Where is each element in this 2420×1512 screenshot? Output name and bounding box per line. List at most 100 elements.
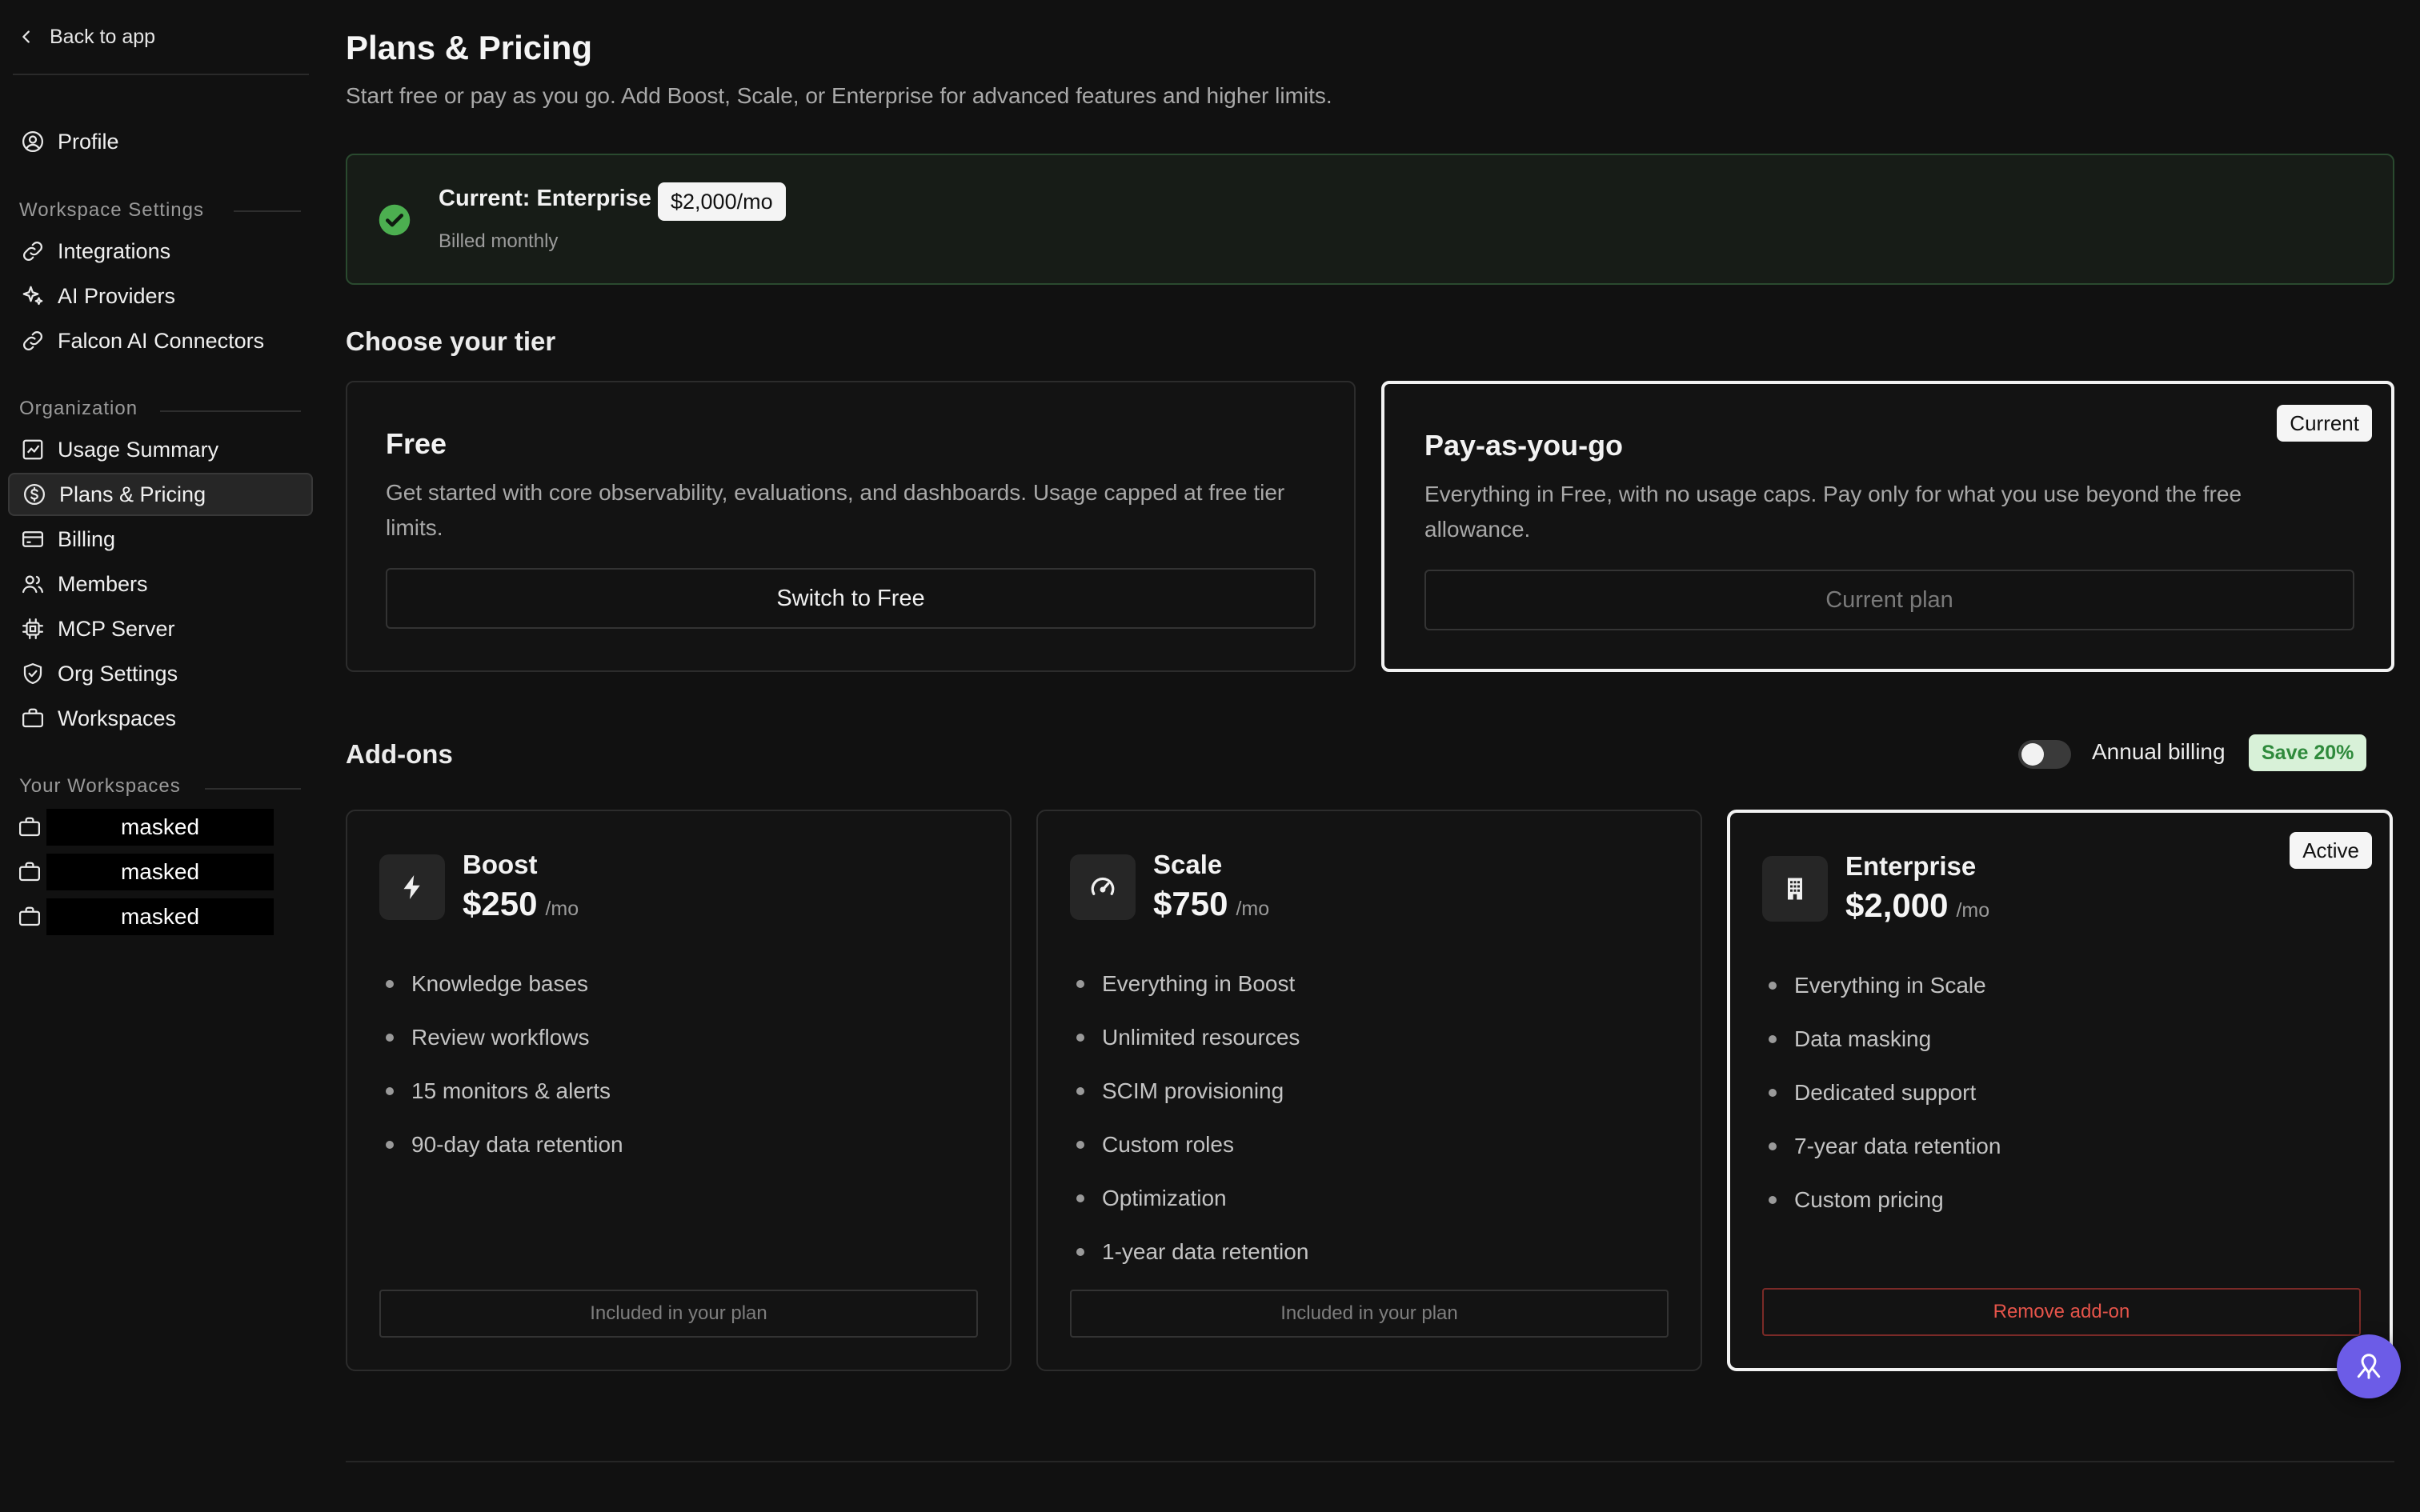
feature-item: Data masking [1769, 1012, 2001, 1066]
included-in-plan-button[interactable]: Included in your plan [379, 1290, 978, 1338]
active-badge: Active [2290, 832, 2372, 869]
sidebar-item-org-settings[interactable]: Org Settings [8, 652, 313, 695]
feature-item: 90-day data retention [386, 1118, 623, 1171]
feature-item: Knowledge bases [386, 957, 623, 1010]
addon-card-boost: Boost $250 /mo Knowledge bases Review wo… [346, 810, 1012, 1371]
addon-price-period: /mo [1236, 898, 1270, 920]
sidebar-item-label: AI Providers [58, 283, 176, 308]
sidebar-item-integrations[interactable]: Integrations [8, 230, 313, 273]
current-badge: Current [2277, 405, 2372, 442]
sidebar-item-mcp-server[interactable]: MCP Server [8, 607, 313, 650]
tier-card-pay-as-you-go: Current Pay-as-you-go Everything in Free… [1381, 381, 2394, 672]
remove-addon-button[interactable]: Remove add-on [1762, 1288, 2361, 1336]
sidebar-divider [13, 74, 309, 75]
addon-price: $2,000 /mo [1845, 886, 1989, 925]
sidebar-item-falcon-ai-connectors[interactable]: Falcon AI Connectors [8, 319, 313, 362]
tier-card-free: Free Get started with core observability… [346, 381, 1356, 672]
sidebar-item-billing[interactable]: Billing [8, 518, 313, 561]
section-divider [160, 410, 301, 412]
sidebar-item-label: Org Settings [58, 661, 178, 686]
feature-list: Everything in Scale Data masking Dedicat… [1769, 958, 2001, 1226]
link-icon [21, 329, 45, 353]
check-circle-icon [378, 203, 411, 237]
section-label-your-workspaces: Your Workspaces [19, 775, 181, 797]
feature-item: Optimization [1076, 1171, 1308, 1225]
briefcase-icon [18, 860, 42, 884]
addon-price-amount: $750 [1153, 885, 1228, 922]
sidebar-item-label: Usage Summary [58, 437, 219, 462]
current-plan-price-badge: $2,000/mo [658, 182, 786, 221]
sidebar: Back to app Profile Workspace Settings I… [0, 0, 320, 1512]
assistant-fab-button[interactable] [2337, 1334, 2401, 1398]
workspace-item[interactable]: masked [18, 809, 274, 846]
building-icon [1762, 856, 1828, 922]
credit-card-icon [21, 527, 45, 551]
addon-name: Enterprise [1845, 851, 1977, 881]
chip-icon [21, 617, 45, 641]
sidebar-item-workspaces[interactable]: Workspaces [8, 697, 313, 740]
sidebar-item-label: MCP Server [58, 616, 175, 641]
sidebar-item-label: Workspaces [58, 706, 177, 730]
feature-item: Everything in Boost [1076, 957, 1308, 1010]
sparkle-icon [21, 284, 45, 308]
feature-item: 1-year data retention [1076, 1225, 1308, 1278]
addon-price: $250 /mo [463, 885, 579, 923]
feature-item: Everything in Scale [1769, 958, 2001, 1012]
briefcase-icon [18, 905, 42, 929]
assistant-icon [2354, 1351, 2384, 1382]
feature-list: Knowledge bases Review workflows 15 moni… [386, 957, 623, 1171]
tiers-heading: Choose your tier [346, 326, 556, 356]
sidebar-item-label: Profile [58, 129, 119, 154]
dollar-circle-icon [22, 482, 46, 506]
addon-name: Boost [463, 850, 538, 879]
tier-name: Pay-as-you-go [1424, 429, 1624, 462]
section-label-workspace-settings: Workspace Settings [19, 199, 204, 221]
section-divider [234, 210, 301, 212]
sidebar-item-label: Plans & Pricing [59, 482, 206, 506]
switch-to-free-button[interactable]: Switch to Free [386, 568, 1316, 629]
workspace-item[interactable]: masked [18, 854, 274, 890]
addon-price-amount: $250 [463, 885, 538, 922]
workspace-name: masked [46, 809, 274, 846]
briefcase-icon [21, 706, 45, 730]
link-icon [21, 239, 45, 263]
chevron-left-icon [18, 28, 35, 46]
shield-icon [21, 662, 45, 686]
sidebar-item-profile[interactable]: Profile [8, 120, 313, 163]
briefcase-icon [18, 815, 42, 839]
addons-heading: Add-ons [346, 739, 453, 769]
page-title: Plans & Pricing [346, 29, 593, 66]
feature-item: Unlimited resources [1076, 1010, 1308, 1064]
sidebar-item-members[interactable]: Members [8, 562, 313, 606]
users-icon [21, 572, 45, 596]
save-badge: Save 20% [2249, 734, 2367, 771]
back-to-app-link[interactable]: Back to app [18, 21, 155, 53]
included-in-plan-button[interactable]: Included in your plan [1070, 1290, 1669, 1338]
current-plan-button[interactable]: Current plan [1424, 570, 2354, 630]
tier-name: Free [386, 427, 447, 460]
sidebar-item-plans-pricing[interactable]: Plans & Pricing [8, 473, 313, 516]
toggle-knob [2021, 743, 2044, 766]
addon-card-scale: Scale $750 /mo Everything in Boost Unlim… [1036, 810, 1702, 1371]
addon-name: Scale [1153, 850, 1223, 879]
sidebar-item-ai-providers[interactable]: AI Providers [8, 274, 313, 318]
feature-item: 15 monitors & alerts [386, 1064, 623, 1118]
addon-price-amount: $2,000 [1845, 886, 1949, 924]
workspace-name: masked [46, 854, 274, 890]
feature-list: Everything in Boost Unlimited resources … [1076, 957, 1308, 1278]
feature-item: SCIM provisioning [1076, 1064, 1308, 1118]
sidebar-item-label: Billing [58, 526, 116, 551]
feature-item: Dedicated support [1769, 1066, 2001, 1119]
section-label-organization: Organization [19, 398, 138, 419]
workspace-name: masked [46, 898, 274, 935]
feature-item: Custom pricing [1769, 1173, 2001, 1226]
current-plan-title: Current: Enterprise [439, 186, 651, 211]
annual-billing-label: Annual billing [2092, 739, 2226, 764]
annual-billing-toggle[interactable] [2018, 740, 2071, 769]
sidebar-item-usage-summary[interactable]: Usage Summary [8, 428, 313, 471]
current-plan-banner: Current: Enterprise $2,000/mo Billed mon… [346, 154, 2394, 285]
back-to-app-label: Back to app [50, 25, 156, 48]
tier-description: Everything in Free, with no usage caps. … [1424, 482, 2242, 542]
workspace-item[interactable]: masked [18, 898, 274, 935]
feature-item: 7-year data retention [1769, 1119, 2001, 1173]
